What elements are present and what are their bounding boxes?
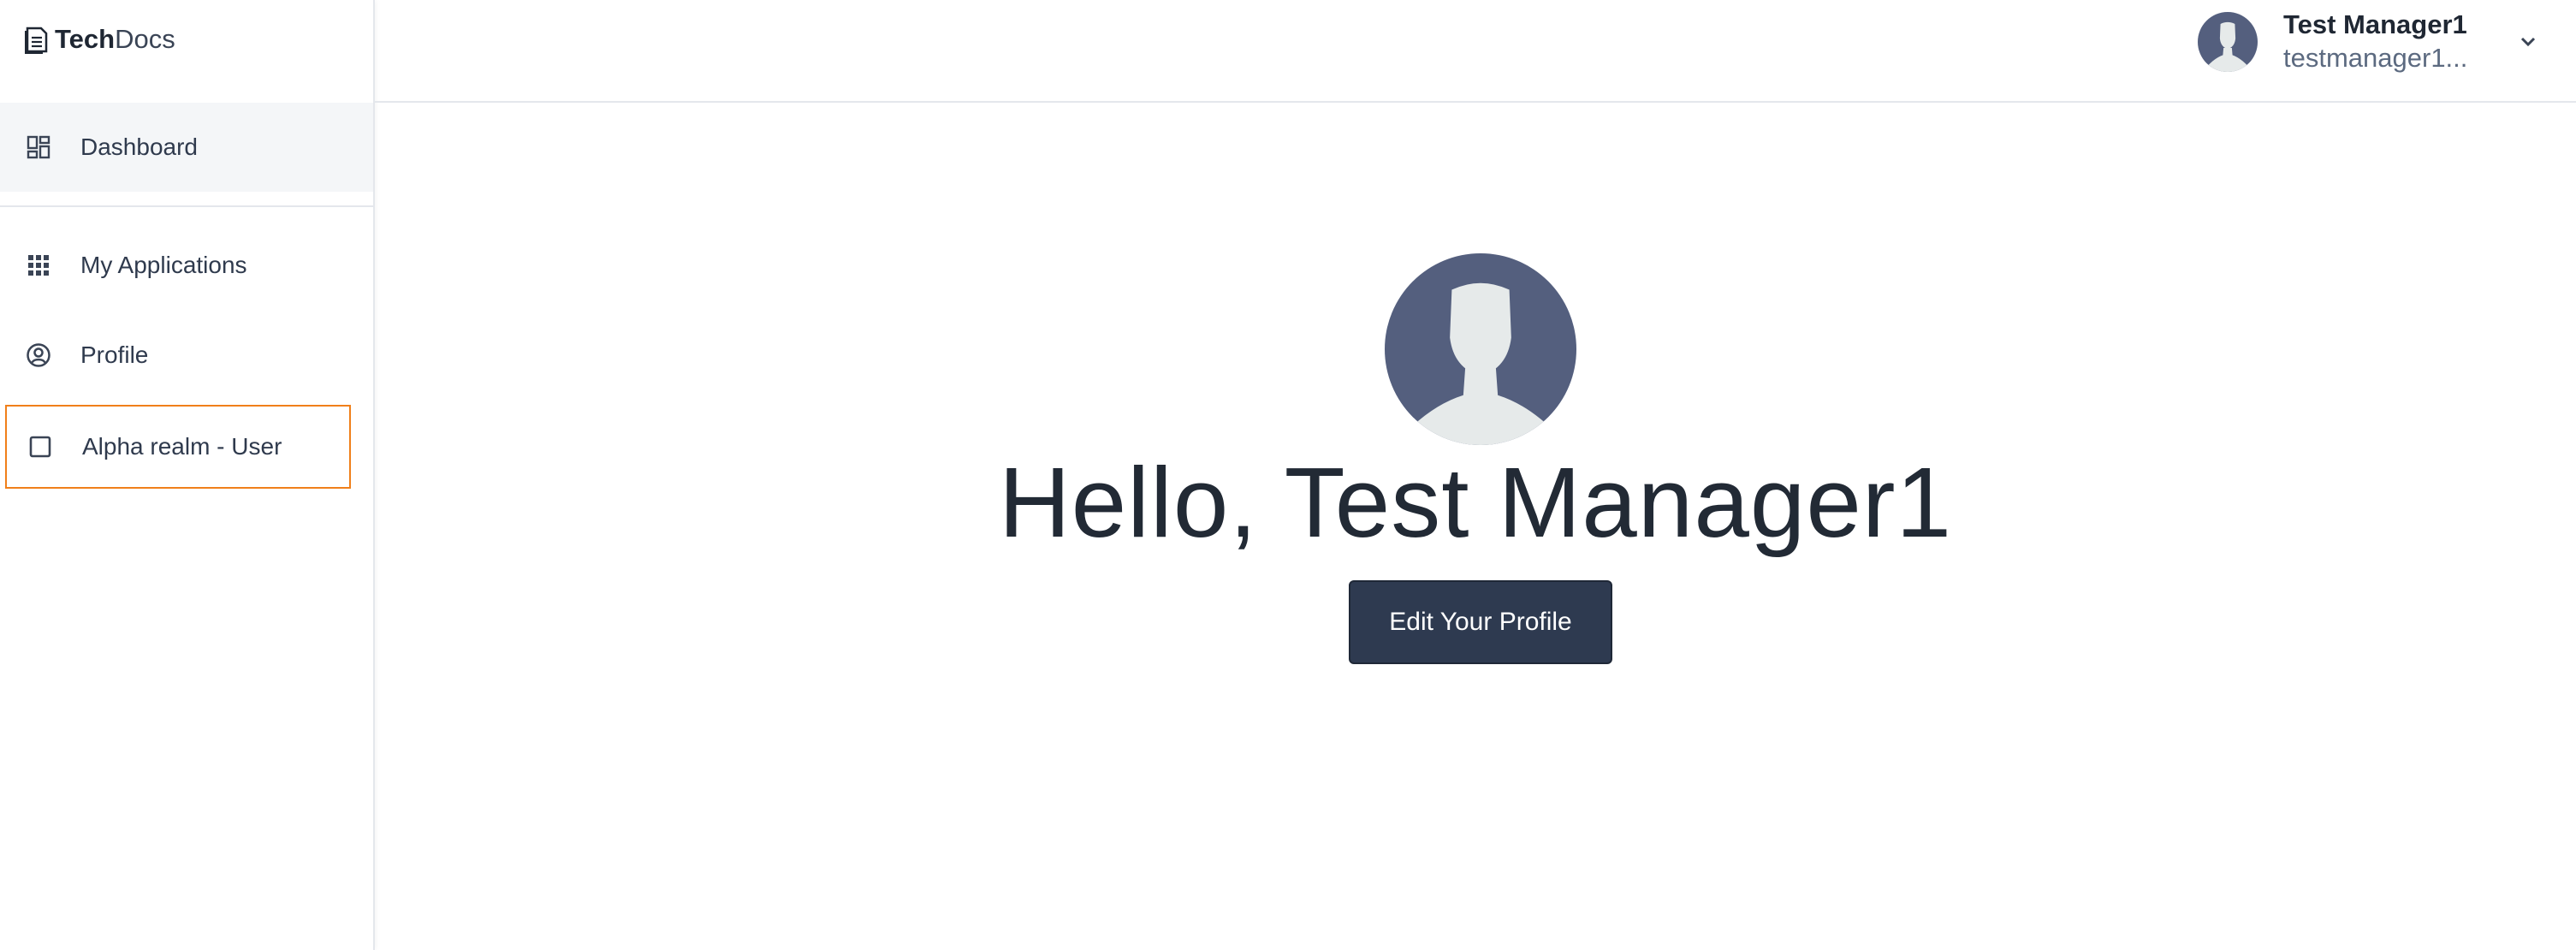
- sidebar-item-label: Dashboard: [80, 134, 198, 160]
- user-name: Test Manager1: [2283, 9, 2467, 39]
- chevron-down-icon[interactable]: [2516, 30, 2540, 54]
- sidebar-item-alpha-realm-user[interactable]: Alpha realm - User: [5, 405, 351, 489]
- sidebar-divider: [0, 205, 373, 207]
- user-circle-icon: [24, 341, 53, 370]
- sidebar-item-my-applications[interactable]: My Applications: [0, 221, 373, 310]
- apps-grid-icon: [24, 251, 53, 280]
- sidebar-item-label: My Applications: [80, 252, 247, 278]
- brand-name-bold: Tech: [55, 24, 116, 54]
- document-icon: [24, 24, 50, 55]
- dashboard-icon: [24, 133, 53, 162]
- sidebar-item-label: Profile: [80, 341, 149, 368]
- avatar[interactable]: [2198, 12, 2258, 72]
- user-email: testmanager1...: [2283, 43, 2468, 73]
- brand-name-light: Docs: [115, 24, 175, 54]
- greeting-heading: Hello, Test Manager1: [998, 447, 1952, 558]
- square-icon: [26, 432, 55, 461]
- top-bar: Test Manager1 testmanager1...: [375, 0, 2576, 103]
- sidebar: TechDocs Dashboard My Applications Profi…: [0, 0, 375, 950]
- sidebar-item-label: Alpha realm - User: [82, 433, 282, 460]
- sidebar-item-dashboard[interactable]: Dashboard: [0, 103, 373, 192]
- edit-profile-button[interactable]: Edit Your Profile: [1349, 580, 1612, 664]
- profile-avatar: [1385, 253, 1576, 445]
- brand-logo[interactable]: TechDocs: [24, 22, 175, 56]
- sidebar-item-profile[interactable]: Profile: [0, 311, 373, 400]
- user-menu[interactable]: Test Manager1 testmanager1...: [2198, 7, 2540, 77]
